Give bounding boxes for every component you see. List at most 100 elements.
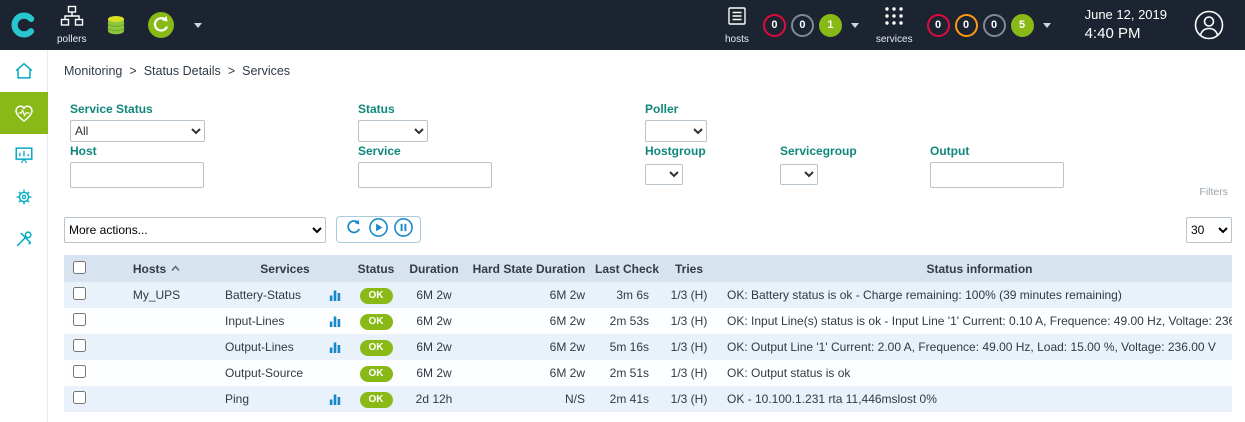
table-row[interactable]: Ping OK 2d 12h N/S 2m 41s 1/3 (H) OK - 1… <box>64 386 1232 412</box>
column-header-status[interactable]: Status <box>351 255 401 282</box>
sidebar-item-reporting[interactable] <box>0 134 48 176</box>
table-row[interactable]: Output-Lines OK 6M 2w 6M 2w 5m 16s 1/3 (… <box>64 334 1232 360</box>
services-menu[interactable]: services <box>876 5 913 45</box>
services-ok-badge[interactable]: 5 <box>1011 14 1034 37</box>
page-size-select[interactable]: 30 <box>1186 217 1232 243</box>
status-badge: OK <box>360 392 393 408</box>
graph-icon[interactable] <box>329 289 341 302</box>
more-actions-select[interactable]: More actions... <box>64 217 326 243</box>
topbar: pollers hosts 0 0 1 <box>0 0 1245 50</box>
host-input[interactable] <box>70 162 204 188</box>
row-checkbox[interactable] <box>73 287 86 300</box>
current-time: 4:40 PM <box>1085 24 1167 44</box>
host-name[interactable] <box>94 386 219 412</box>
row-checkbox[interactable] <box>73 313 86 326</box>
refresh-icon <box>343 217 364 238</box>
hard-state-duration-value: N/S <box>467 386 595 412</box>
service-name[interactable]: Input-Lines <box>225 314 284 328</box>
service-input[interactable] <box>358 162 492 188</box>
hosts-down-badge[interactable]: 0 <box>763 14 786 37</box>
pollers-menu[interactable]: pollers <box>57 5 86 45</box>
graph-icon[interactable] <box>329 393 341 406</box>
sidebar-item-administration[interactable] <box>0 218 48 260</box>
row-checkbox[interactable] <box>73 365 86 378</box>
heartbeat-icon <box>12 101 36 125</box>
tries-value: 1/3 (H) <box>659 360 719 386</box>
services-critical-badge[interactable]: 0 <box>927 14 950 37</box>
host-name[interactable] <box>94 360 219 386</box>
play-button[interactable] <box>368 217 389 243</box>
servicegroup-select[interactable] <box>780 164 818 185</box>
hard-state-duration-value: 6M 2w <box>467 360 595 386</box>
duration-value: 6M 2w <box>401 308 467 334</box>
pause-button[interactable] <box>393 217 414 243</box>
current-date: June 12, 2019 <box>1085 7 1167 24</box>
status-badge: OK <box>360 288 393 304</box>
host-name[interactable]: My_UPS <box>94 282 219 308</box>
services-warning-badge[interactable]: 0 <box>955 14 978 37</box>
status-information: OK: Output Line '1' Current: 2.00 A, Fre… <box>719 334 1232 360</box>
column-header-hard-state-duration[interactable]: Hard State Duration <box>467 255 595 282</box>
user-profile-icon <box>1193 9 1225 41</box>
poller-status-ok-icon[interactable] <box>146 10 176 40</box>
sidebar-item-configuration[interactable] <box>0 176 48 218</box>
breadcrumb-item-services[interactable]: Services <box>242 64 290 78</box>
duration-value: 6M 2w <box>401 282 467 308</box>
table-row[interactable]: My_UPS Battery-Status OK 6M 2w 6M 2w 3m … <box>64 282 1232 308</box>
hosts-chevron-down-icon[interactable] <box>851 23 859 28</box>
services-chevron-down-icon[interactable] <box>1043 23 1051 28</box>
column-header-hosts[interactable]: Hosts <box>94 255 219 282</box>
tries-value: 1/3 (H) <box>659 308 719 334</box>
service-name[interactable]: Output-Lines <box>225 340 294 354</box>
service-name[interactable]: Ping <box>225 392 249 406</box>
status-select[interactable] <box>358 120 428 142</box>
services-unknown-badge[interactable]: 0 <box>983 14 1006 37</box>
status-information: OK - 10.100.1.231 rta 11,446mslost 0% <box>719 386 1232 412</box>
hard-state-duration-value: 6M 2w <box>467 282 595 308</box>
service-status-select[interactable]: All <box>70 120 205 142</box>
host-name[interactable] <box>94 308 219 334</box>
hosts-icon <box>726 5 748 32</box>
select-all-checkbox[interactable] <box>73 261 86 274</box>
servicegroup-filter-label: Servicegroup <box>780 144 857 158</box>
last-check-value: 5m 16s <box>595 334 659 360</box>
poller-chevron-down-icon[interactable] <box>194 23 202 28</box>
host-filter-label: Host <box>70 144 204 158</box>
column-header-tries[interactable]: Tries <box>659 255 719 282</box>
gear-icon <box>13 186 35 208</box>
hosts-status-badges: 0 0 1 <box>758 14 867 37</box>
breadcrumb-separator: > <box>228 64 235 78</box>
hostgroup-select[interactable] <box>645 164 683 185</box>
row-checkbox[interactable] <box>73 339 86 352</box>
service-status-label: Service Status <box>70 102 205 116</box>
hosts-unreachable-badge[interactable]: 0 <box>791 14 814 37</box>
pollers-label: pollers <box>57 34 86 45</box>
centreon-logo[interactable] <box>0 0 48 50</box>
table-row[interactable]: Input-Lines OK 6M 2w 6M 2w 2m 53s 1/3 (H… <box>64 308 1232 334</box>
hosts-up-badge[interactable]: 1 <box>819 14 842 37</box>
service-name[interactable]: Battery-Status <box>225 288 301 302</box>
main-content: Monitoring > Status Details > Services S… <box>48 0 1245 412</box>
duration-value: 6M 2w <box>401 334 467 360</box>
host-name[interactable] <box>94 334 219 360</box>
breadcrumb-item-status-details[interactable]: Status Details <box>144 64 221 78</box>
graph-icon[interactable] <box>329 341 341 354</box>
graph-icon[interactable] <box>329 315 341 328</box>
column-header-status-information[interactable]: Status information <box>719 255 1232 282</box>
refresh-button[interactable] <box>343 217 364 243</box>
column-header-services[interactable]: Services <box>219 255 351 282</box>
filters-caption[interactable]: Filters <box>1199 186 1228 198</box>
sidebar-item-home[interactable] <box>0 50 48 92</box>
user-profile-button[interactable] <box>1193 9 1225 41</box>
table-row[interactable]: Output-Source OK 6M 2w 6M 2w 2m 51s 1/3 … <box>64 360 1232 386</box>
column-header-last-check[interactable]: Last Check <box>595 255 659 282</box>
tries-value: 1/3 (H) <box>659 334 719 360</box>
column-header-duration[interactable]: Duration <box>401 255 467 282</box>
row-checkbox[interactable] <box>73 391 86 404</box>
service-name[interactable]: Output-Source <box>225 366 303 380</box>
sidebar-item-monitoring[interactable] <box>0 92 48 134</box>
poller-select[interactable] <box>645 120 707 142</box>
output-input[interactable] <box>930 162 1064 188</box>
hosts-menu[interactable]: hosts <box>725 5 749 45</box>
breadcrumb-item-monitoring[interactable]: Monitoring <box>64 64 122 78</box>
